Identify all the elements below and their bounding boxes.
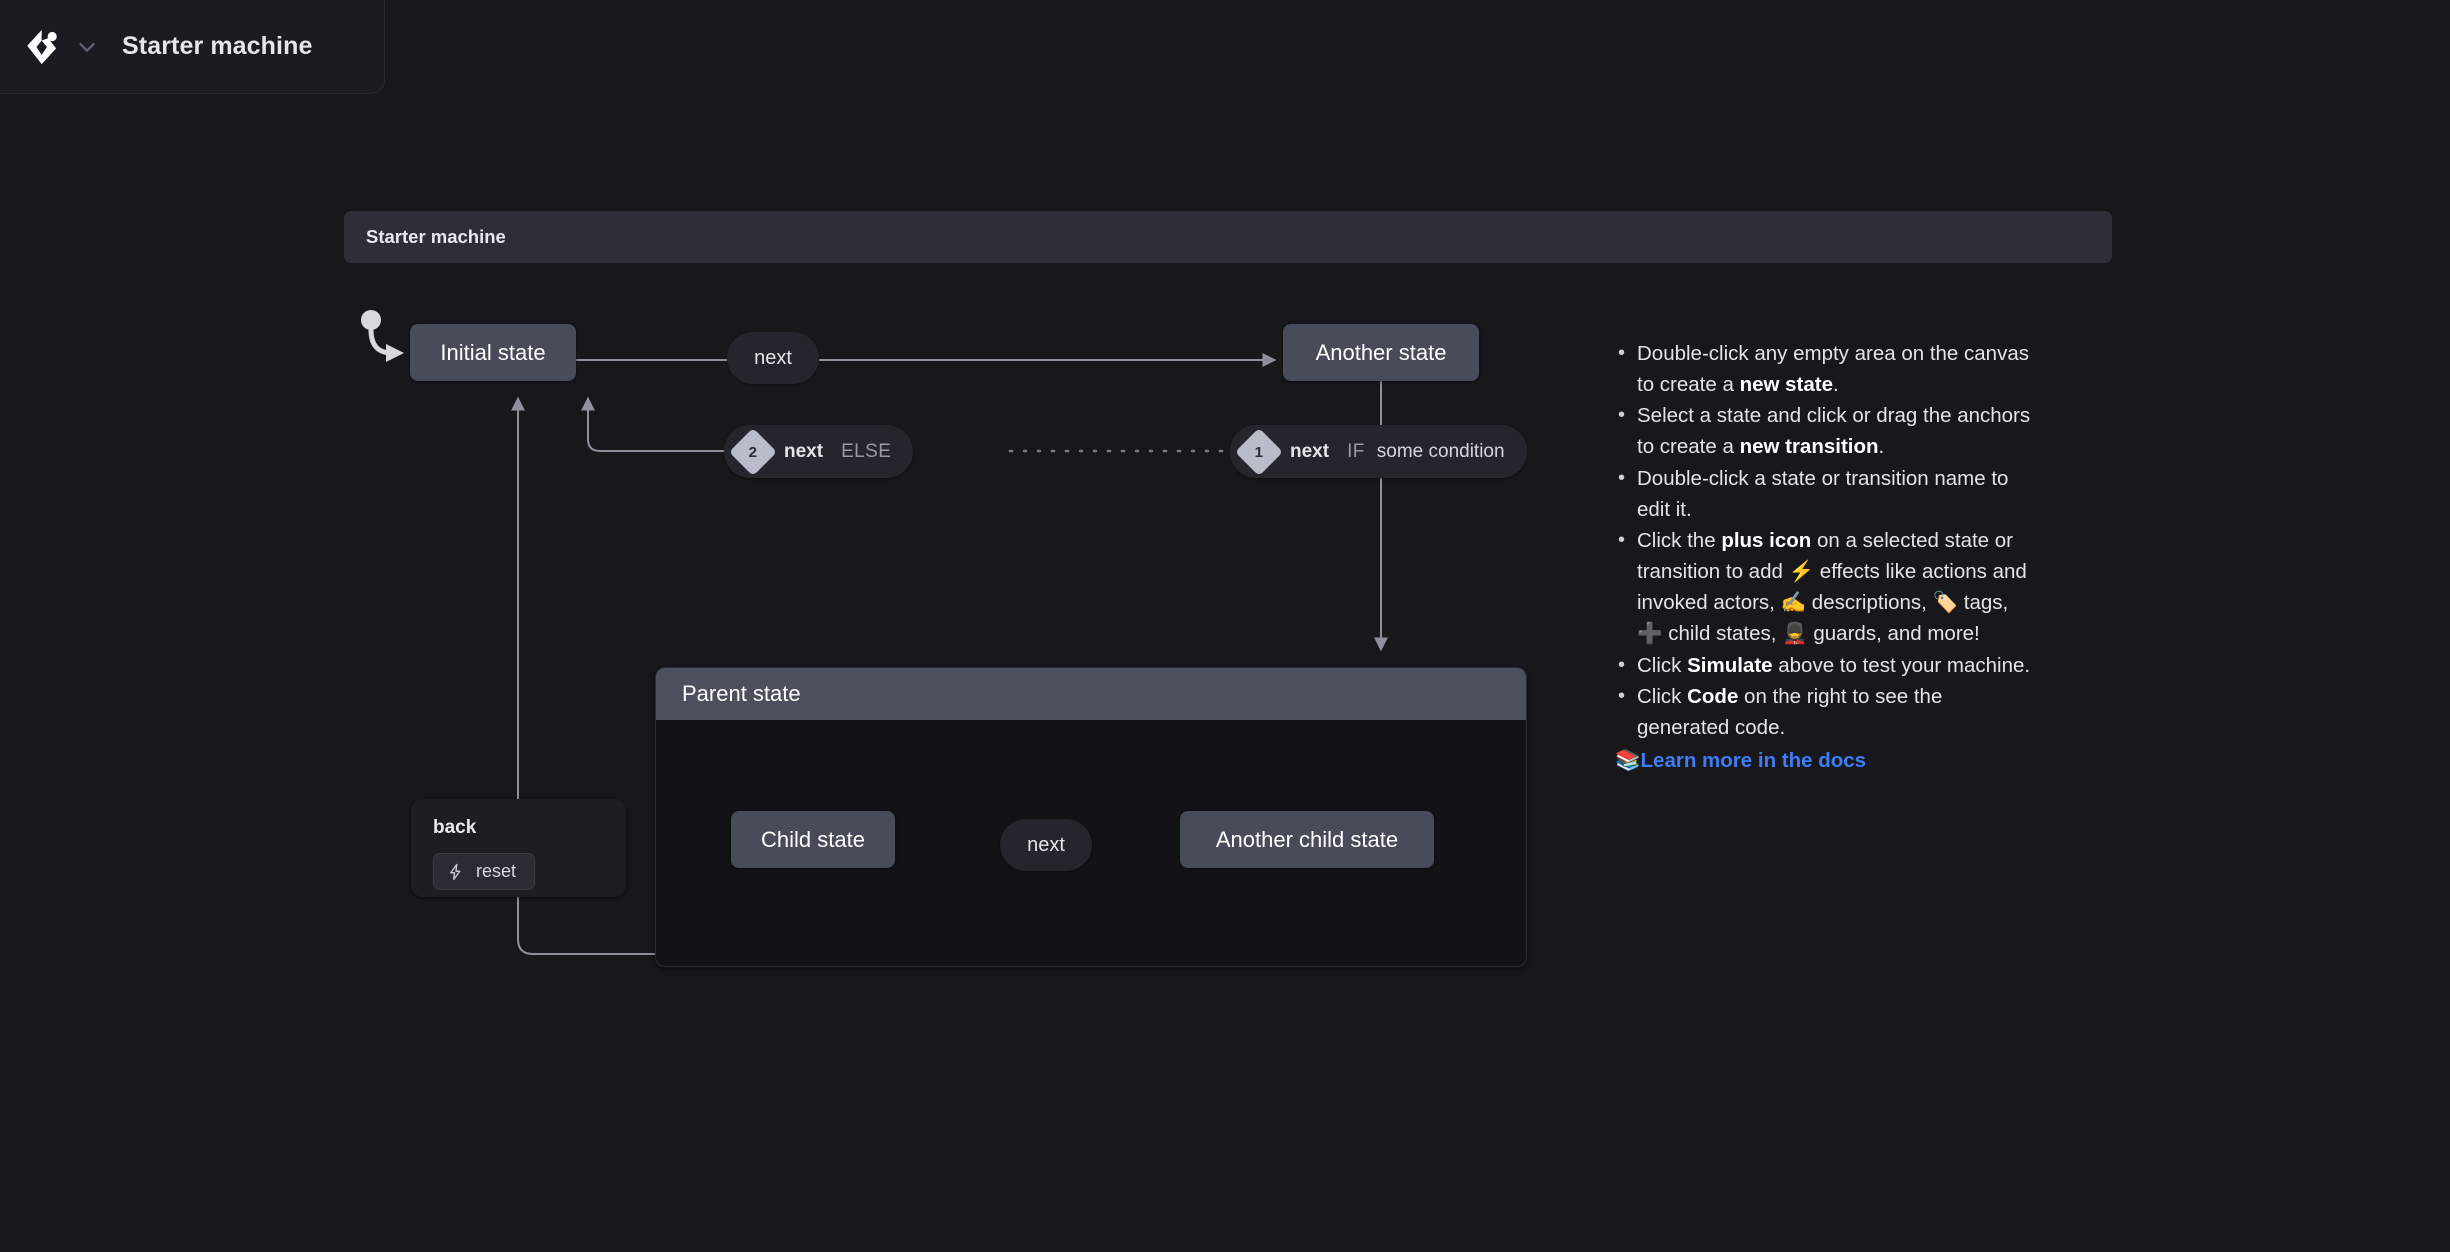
transition-back-node[interactable]: back reset [411,799,626,897]
state-label: Another child state [1215,826,1399,852]
lightning-bolt-icon [450,863,461,880]
help-text: Double-click a state or transition name … [1637,466,2009,521]
state-label: Child state [761,826,865,852]
transition-order-number: 1 [1254,443,1264,460]
docs-line: 📚Learn more in the docs [1615,745,2035,776]
help-text: Click the [1637,528,1722,552]
state-node-initial[interactable]: Initial state [410,324,576,381]
initial-state-marker-root [361,310,404,362]
help-list-item: Click Code on the right to see the gener… [1615,681,2035,743]
machine-frame-header[interactable]: Starter machine [344,211,2112,263]
transition-order-number: 2 [748,443,758,460]
help-list-item: Click Simulate above to test your machin… [1615,650,2035,681]
transition-event-label: back [433,817,477,838]
help-list-item: Double-click any empty area on the canva… [1615,338,2035,400]
machine-titlebar: Starter machine [0,0,385,94]
compound-state-header[interactable]: Parent state [656,668,1526,720]
state-node-another-state[interactable]: Another state [1283,324,1479,381]
state-label: Another state [1315,339,1447,365]
help-text: . [1878,435,1885,459]
transition-event-label: next [1027,833,1065,856]
state-node-another-child-state[interactable]: Another child state [1180,811,1434,868]
transition-order-diamond-icon: 1 [1234,427,1284,476]
state-machine-canvas[interactable]: Starter machine Initial state Another st… [0,0,2450,1252]
app-root: Starter machine Initial state Another st… [0,0,2450,1252]
transition-keyword: ELSE [841,440,892,462]
state-label: Initial state [440,339,546,365]
transition-event-label: next [1290,440,1330,462]
help-text: Click [1637,684,1688,708]
help-text: . [1832,373,1839,397]
help-text: above to test your machine. [1772,653,2031,677]
action-label: reset [476,861,517,881]
state-node-child-state[interactable]: Child state [731,811,895,868]
transition-event-label: next [754,346,792,369]
transition-next-else[interactable]: 2 next ELSE [724,425,914,478]
help-text: Click [1637,653,1688,677]
books-icon: 📚 [1615,748,1641,773]
help-panel: Double-click any empty area on the canva… [1615,338,2035,776]
transition-event-label: next [784,440,824,462]
docs-link[interactable]: Learn more in the docs [1641,749,1867,772]
transition-guard-condition: some condition [1376,440,1505,462]
transition-next-if[interactable]: 1 next IF some condition [1230,425,1527,478]
help-emphasis: new transition [1739,435,1879,459]
machine-frame-label: Starter machine [366,226,506,247]
transition-next-child[interactable]: next [1000,819,1092,871]
action-chip-reset[interactable]: reset [433,853,536,890]
help-list-item: Click the plus icon on a selected state … [1615,525,2035,650]
transition-keyword: IF [1347,440,1365,462]
help-list: Double-click any empty area on the canva… [1615,338,2035,743]
state-label: Parent state [682,681,801,706]
edges-layer [361,310,1388,955]
help-emphasis: plus icon [1721,528,1812,552]
stately-logo-icon[interactable] [22,26,64,68]
help-emphasis: Simulate [1687,653,1773,677]
transition-next-1[interactable]: next [727,332,819,384]
help-list-item: Double-click a state or transition name … [1615,463,2035,525]
transition-order-diamond-icon: 2 [728,427,778,476]
help-emphasis: Code [1687,684,1739,708]
chevron-down-icon[interactable] [76,36,98,58]
help-emphasis: new state [1739,373,1833,397]
machine-title[interactable]: Starter machine [122,32,312,61]
help-list-item: Select a state and click or drag the anc… [1615,400,2035,462]
